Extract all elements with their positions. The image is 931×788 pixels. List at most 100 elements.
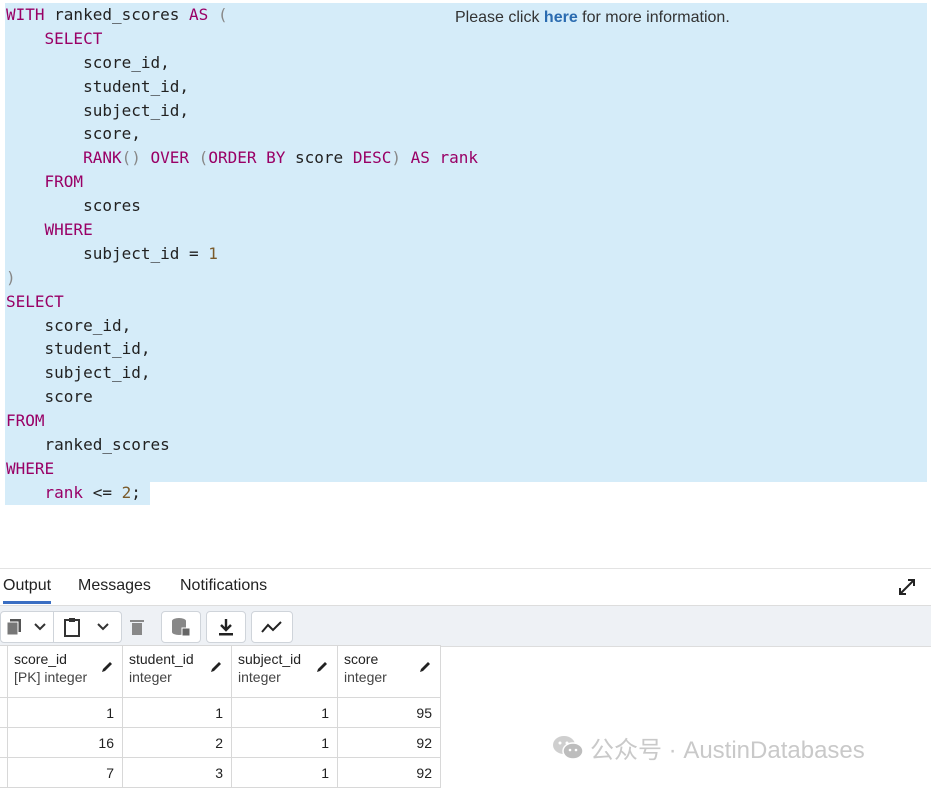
- code-line: scores: [6, 194, 478, 218]
- sql-keyword: FROM: [6, 411, 45, 431]
- sql-keyword: WITH: [6, 5, 45, 24]
- sql-keyword: SELECT: [44, 28, 103, 48]
- column-header-student-id[interactable]: student_id integer: [122, 645, 232, 698]
- sql-code[interactable]: WITH ranked_scores AS ( SELECT score_id,…: [6, 3, 478, 505]
- cell-score[interactable]: 92: [337, 757, 441, 788]
- table-row[interactable]: 1 1 1 95: [0, 697, 441, 728]
- graph-visualiser-button[interactable]: [252, 612, 292, 642]
- paste-options-button[interactable]: [90, 612, 116, 642]
- code-line: FROM: [6, 409, 478, 433]
- sql-keyword: WHERE: [44, 220, 93, 240]
- sql-keyword: RANK: [83, 148, 122, 168]
- sql-keyword: DESC: [352, 148, 392, 168]
- tab-messages[interactable]: Messages: [78, 577, 151, 595]
- code-token: 1: [208, 243, 218, 263]
- wechat-icon: [553, 735, 584, 760]
- code-token: 2: [121, 482, 132, 502]
- cell-subject-id[interactable]: 1: [231, 727, 338, 758]
- save-data-group: [161, 611, 201, 643]
- row-number-header: [0, 645, 8, 698]
- cell-score-id[interactable]: 7: [7, 757, 123, 788]
- code-token: scores: [6, 196, 141, 216]
- tab-output[interactable]: Output: [3, 577, 52, 604]
- edit-column-icon: [211, 662, 221, 672]
- copy-icon: [6, 619, 21, 636]
- row-number-cell[interactable]: [0, 697, 8, 728]
- results-tabs: Output Messages Notifications: [0, 568, 931, 606]
- column-header-subject-id[interactable]: subject_id integer: [231, 645, 338, 698]
- cell-score-id[interactable]: 16: [7, 727, 123, 758]
- code-line: ranked_scores: [6, 433, 478, 457]
- save-data-icon: [172, 618, 191, 637]
- code-token: subject_id,: [6, 100, 190, 120]
- cell-student-id[interactable]: 3: [122, 757, 232, 788]
- chevron-down-icon: [97, 623, 109, 631]
- row-number-cell[interactable]: [0, 727, 8, 758]
- results-grid: score_id [PK] integer student_id integer…: [0, 645, 441, 788]
- sql-keyword: rank: [44, 482, 84, 502]
- edit-button-group: [0, 611, 122, 643]
- sql-keyword: WHERE: [6, 458, 55, 478]
- code-token: (: [198, 148, 209, 168]
- column-header-score[interactable]: score integer: [337, 645, 441, 698]
- info-prefix: Please click: [455, 9, 544, 26]
- sql-keyword: AS: [410, 148, 430, 168]
- watermark: 公众号 · AustinDatabases: [552, 730, 865, 765]
- code-line: WHERE: [6, 457, 478, 481]
- delete-button[interactable]: [122, 612, 152, 642]
- cell-student-id[interactable]: 2: [122, 727, 232, 758]
- download-button[interactable]: [207, 612, 245, 642]
- sql-keyword: ORDER BY: [208, 148, 286, 168]
- tab-notifications[interactable]: Notifications: [180, 577, 267, 595]
- code-token: ranked_scores: [6, 435, 170, 455]
- cell-score[interactable]: 95: [337, 697, 441, 728]
- edit-column-icon: [420, 662, 430, 672]
- sql-editor[interactable]: WITH ranked_scores AS ( SELECT score_id,…: [0, 0, 931, 568]
- expand-icon[interactable]: [897, 577, 917, 597]
- paste-button[interactable]: [54, 612, 90, 642]
- code-line: score_id,: [6, 314, 478, 338]
- code-token: score_id,: [6, 315, 132, 335]
- edit-column-icon: [102, 662, 112, 672]
- code-token: ;: [131, 482, 141, 502]
- cell-score-id[interactable]: 1: [7, 697, 123, 728]
- code-line: score_id,: [6, 51, 478, 75]
- graph-group: [251, 611, 293, 643]
- code-line: SELECT: [6, 27, 478, 51]
- column-header-score-id[interactable]: score_id [PK] integer: [7, 645, 123, 698]
- cell-student-id[interactable]: 1: [122, 697, 232, 728]
- info-suffix: for more information.: [577, 9, 730, 26]
- code-token: subject_id =: [6, 243, 209, 263]
- sql-keyword: FROM: [44, 172, 84, 192]
- sql-keyword: AS: [189, 5, 209, 24]
- code-line: student_id,: [6, 75, 478, 99]
- save-data-button[interactable]: [162, 612, 200, 642]
- row-number-cell[interactable]: [0, 757, 8, 788]
- cell-subject-id[interactable]: 1: [231, 697, 338, 728]
- copy-options-button[interactable]: [27, 612, 53, 642]
- info-link[interactable]: here: [544, 9, 578, 26]
- watermark-text: 公众号 · AustinDatabases: [590, 737, 865, 764]
- cell-score[interactable]: 92: [337, 727, 441, 758]
- code-line: WITH ranked_scores AS (: [6, 3, 478, 27]
- code-line: subject_id,: [6, 99, 478, 123]
- code-line: student_id,: [6, 337, 478, 361]
- copy-button[interactable]: [1, 612, 27, 642]
- sql-keyword: OVER: [150, 148, 190, 168]
- table-row[interactable]: 7 3 1 92: [0, 757, 441, 788]
- code-token: score_id,: [6, 52, 170, 72]
- download-group: [206, 611, 246, 643]
- code-token: student_id,: [6, 76, 190, 96]
- delete-icon: [130, 620, 144, 635]
- code-line: score,: [6, 122, 478, 146]
- table-row[interactable]: 16 2 1 92: [0, 727, 441, 758]
- cell-subject-id[interactable]: 1: [231, 757, 338, 788]
